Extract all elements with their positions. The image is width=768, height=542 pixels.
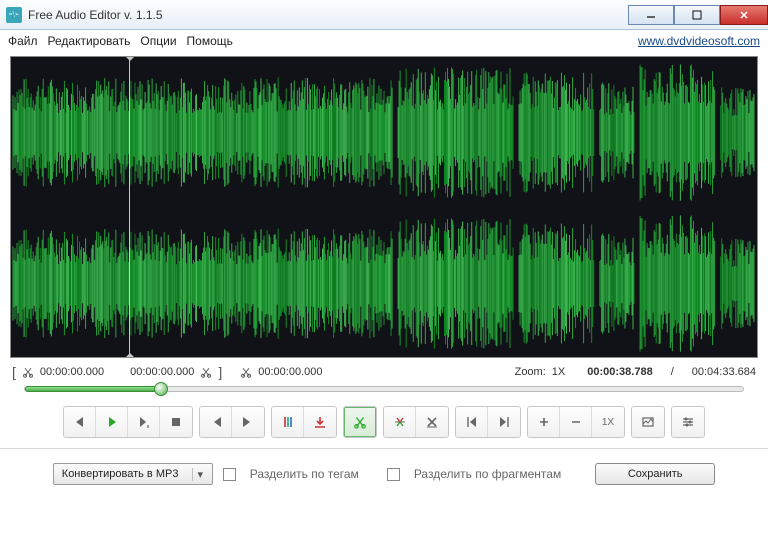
playback-group [63,406,193,438]
zoom-in-button[interactable] [528,407,560,437]
scissors-icon [200,366,212,378]
playhead[interactable] [129,57,130,357]
delete-cut-button[interactable] [416,407,448,437]
seek-fill [25,386,161,392]
waveform-area[interactable] [10,56,758,358]
prev-button[interactable] [200,407,232,437]
time-readout-row: [ 00:00:00.000 00:00:00.000 ] 00:00:00.0… [0,358,768,382]
add-marker-button[interactable] [272,407,304,437]
skip-back-button[interactable] [64,407,96,437]
minimize-button[interactable] [628,5,674,25]
menu-file[interactable]: Файл [8,34,38,48]
selection-end-button[interactable] [488,407,520,437]
seek-slider-row [0,382,768,400]
time-separator: / [671,366,674,378]
cut-button[interactable] [344,407,376,437]
window-title: Free Audio Editor v. 1.1.5 [28,8,163,22]
scissors-icon [22,366,34,378]
marker-group [271,406,337,438]
playback-position: 00:00:38.788 [587,366,652,378]
left-bracket: [ [12,364,16,380]
selection-start-button[interactable] [456,407,488,437]
cursor-time: 00:00:00.000 [258,366,322,378]
save-button[interactable]: Сохранить [595,463,715,485]
menu-help[interactable]: Помощь [187,34,233,48]
selection-start: 00:00:00.000 [40,366,104,378]
zoom-group: 1X [527,406,625,438]
split-group [383,406,449,438]
menubar: Файл Редактировать Опции Помощь www.dvdv… [0,30,768,52]
scissors-icon [240,366,252,378]
split-fragments-label: Разделить по фрагментам [414,467,561,481]
format-select-label: Конвертировать в MP3 [62,468,179,480]
format-select[interactable]: Конвертировать в MP3 ▾ [53,463,213,485]
split-tags-checkbox[interactable] [223,468,236,481]
menu-edit[interactable]: Редактировать [48,34,131,48]
cut-group [343,406,377,438]
menu-options[interactable]: Опции [140,34,176,48]
selection-nav-group [455,406,521,438]
settings-group [671,406,705,438]
stop-button[interactable] [160,407,192,437]
seek-slider[interactable] [24,386,744,392]
split-fragments-checkbox[interactable] [387,468,400,481]
play-selection-button[interactable] [128,407,160,437]
zoom-reset-button[interactable]: 1X [592,407,624,437]
marker-download-button[interactable] [304,407,336,437]
zoom-value: 1X [552,366,565,378]
selection-end: 00:00:00.000 [130,366,194,378]
app-icon [6,7,22,23]
window-controls [628,5,768,25]
settings-button[interactable] [672,407,704,437]
next-button[interactable] [232,407,264,437]
view-group [631,406,665,438]
nav-group [199,406,265,438]
waveform-channel-left [11,57,757,208]
seek-thumb[interactable] [154,382,168,396]
right-bracket: ] [218,364,222,380]
zoom-out-button[interactable] [560,407,592,437]
maximize-button[interactable] [674,5,720,25]
zoom-label: Zoom: [515,366,546,378]
chevron-down-icon: ▾ [192,468,208,481]
toolbar: 1X [0,400,768,448]
waveform-channel-right [11,208,757,358]
total-duration: 00:04:33.684 [692,366,756,378]
bottom-bar: Конвертировать в MP3 ▾ Разделить по тега… [0,448,768,499]
play-button[interactable] [96,407,128,437]
close-button[interactable] [720,5,768,25]
join-cuts-button[interactable] [384,407,416,437]
site-link[interactable]: www.dvdvideosoft.com [638,34,760,48]
split-tags-label: Разделить по тегам [250,467,359,481]
titlebar: Free Audio Editor v. 1.1.5 [0,0,768,30]
picture-button[interactable] [632,407,664,437]
